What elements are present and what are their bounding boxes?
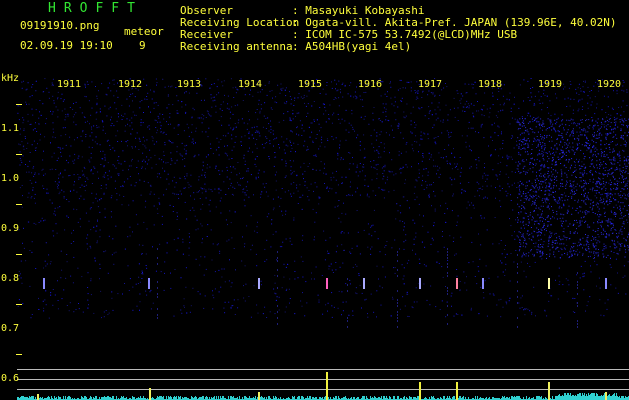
meteor-trace (258, 278, 260, 289)
y-label-1.0: 1.0 (1, 173, 20, 184)
x-label-1918: 1918 (478, 79, 503, 90)
y-tick (16, 304, 22, 305)
x-label-1919: 1919 (538, 79, 563, 90)
y-tick (16, 104, 22, 105)
x-label-1912: 1912 (118, 79, 143, 90)
y-tick (16, 254, 22, 255)
signal-spike (258, 392, 260, 400)
meteor-trace (419, 278, 421, 289)
meteor-trace (605, 278, 607, 289)
x-label-1920: 1920 (597, 79, 622, 90)
reference-line (17, 389, 629, 390)
y-label-1.1: 1.1 (1, 123, 20, 134)
y-label-0.9: 0.9 (1, 223, 20, 234)
signal-spike (326, 372, 328, 400)
antenna-value: : A504HB(yagi 4el) (292, 40, 412, 53)
y-tick (16, 154, 22, 155)
meteor-trace (482, 278, 484, 289)
signal-spike (419, 382, 421, 400)
meteor-trace (326, 278, 328, 289)
antenna-label: Receiving antenna (180, 40, 293, 53)
signal-spike (37, 394, 39, 400)
meteor-trace (363, 278, 365, 289)
app-title: HROFFT (48, 1, 143, 16)
file-name: 09191910.png (20, 19, 100, 32)
y-tick (16, 354, 22, 355)
signal-spike (605, 392, 607, 400)
x-label-1916: 1916 (358, 79, 383, 90)
x-label-1911: 1911 (57, 79, 82, 90)
y-tick (16, 204, 22, 205)
reference-line (17, 369, 629, 370)
reference-line (17, 379, 629, 380)
signal-spike (456, 382, 458, 400)
signal-spike (548, 382, 550, 400)
y-label-0.7: 0.7 (1, 323, 20, 334)
x-label-1917: 1917 (418, 79, 443, 90)
meteor-trace (548, 278, 550, 289)
x-label-1913: 1913 (177, 79, 202, 90)
date-time: 02.09.19 19:10 (20, 39, 113, 52)
meteor-trace (43, 278, 45, 289)
meteor-label: meteor (124, 25, 164, 38)
meteor-count: 9 (139, 39, 146, 52)
y-label-0.8: 0.8 (1, 273, 20, 284)
y-label-0.6: 0.6 (1, 373, 20, 384)
meteor-trace (456, 278, 458, 289)
spectrogram-display (17, 78, 629, 400)
meteor-trace (148, 278, 150, 289)
signal-spike (149, 388, 151, 400)
x-label-1915: 1915 (298, 79, 323, 90)
x-label-1914: 1914 (238, 79, 263, 90)
y-axis-unit: kHz (1, 73, 20, 84)
